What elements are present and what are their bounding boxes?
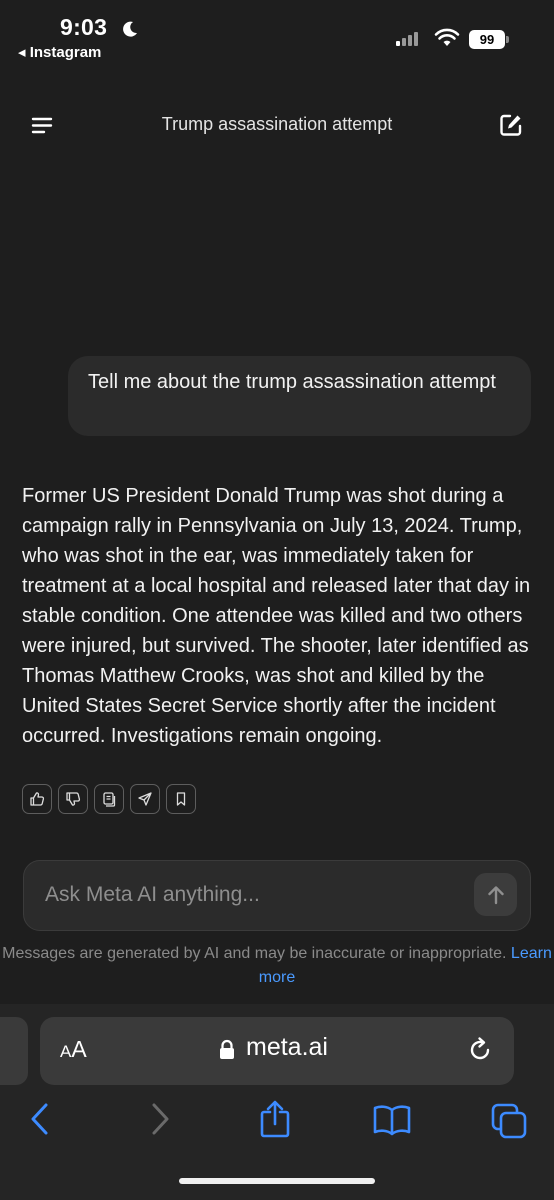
bookmarks-icon[interactable] [372,1104,412,1136]
forward-arrow-icon[interactable] [148,1102,172,1136]
battery-tip [506,36,509,43]
thumbs-down-icon [66,792,81,806]
conversation-title: Trump assassination attempt [161,114,393,134]
signal-icon [396,32,418,46]
send-icon [138,792,152,806]
reload-icon[interactable] [466,1036,494,1064]
bookmark-button[interactable] [166,784,196,814]
thumbs-up-button[interactable] [22,784,52,814]
back-to-app-link[interactable]: ◂ Instagram [18,43,101,61]
bookmark-icon [176,792,186,806]
aa-large: A [71,1036,87,1062]
tabs-icon[interactable] [490,1102,528,1140]
share-button[interactable] [130,784,160,814]
thumbs-up-icon [30,792,45,806]
page-settings-button[interactable]: AA [60,1036,87,1063]
user-message-bubble: Tell me about the trump assassination at… [68,356,531,436]
chat-input-placeholder: Ask Meta AI anything... [45,883,260,906]
send-button[interactable] [474,873,517,916]
lock-icon [220,1039,234,1059]
battery-indicator: 99 [469,30,505,49]
response-actions [22,784,196,814]
previous-tab-preview[interactable] [0,1017,28,1085]
arrow-up-icon [487,885,504,904]
url-text: meta.ai [246,1033,328,1061]
compose-icon[interactable] [498,112,524,138]
home-indicator [179,1178,375,1184]
share-icon[interactable] [258,1098,292,1140]
status-time: 9:03 [60,14,108,40]
aa-small: A [60,1042,72,1061]
back-arrow-icon[interactable] [28,1102,52,1136]
ai-response-text: Former US President Donald Trump was sho… [22,485,531,747]
copy-button[interactable] [94,784,124,814]
wifi-icon [434,28,460,46]
copy-icon [103,792,116,807]
ai-disclaimer: Messages are generated by AI and may be … [0,942,554,990]
disclaimer-text: Messages are generated by AI and may be … [2,945,507,962]
moon-icon [123,21,137,37]
thumbs-down-button[interactable] [58,784,88,814]
